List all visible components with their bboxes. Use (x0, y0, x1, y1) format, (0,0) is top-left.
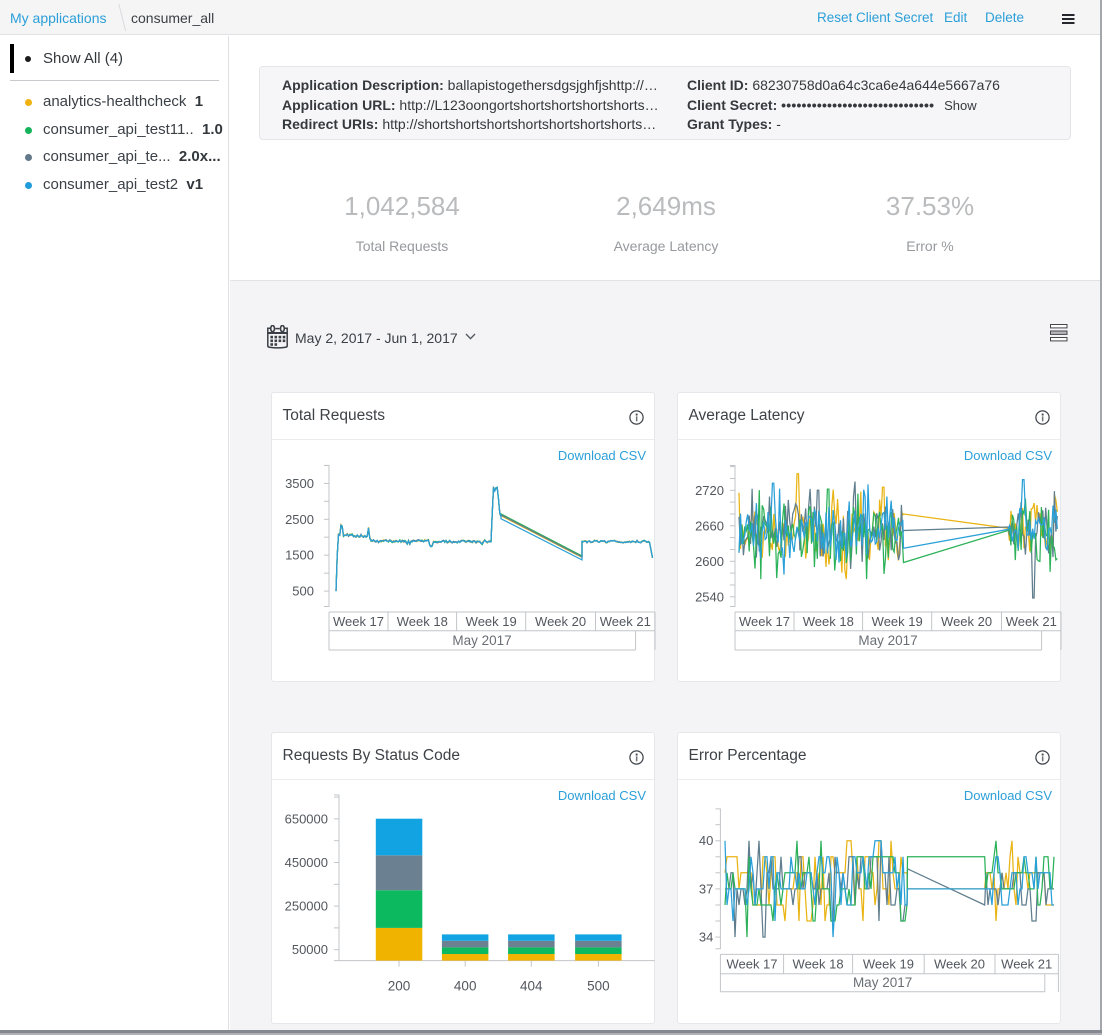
svg-text:2660: 2660 (695, 518, 724, 533)
svg-text:Week 19: Week 19 (466, 613, 517, 628)
svg-text:Week 19: Week 19 (863, 956, 914, 971)
svg-text:2500: 2500 (285, 511, 314, 526)
svg-text:3500: 3500 (285, 476, 314, 491)
svg-text:37: 37 (699, 881, 713, 896)
svg-text:Week 17: Week 17 (726, 956, 777, 971)
svg-text:40: 40 (699, 833, 713, 848)
svg-text:May 2017: May 2017 (858, 632, 917, 647)
svg-text:500: 500 (292, 583, 314, 598)
svg-text:400: 400 (454, 978, 477, 993)
svg-text:Week 21: Week 21 (600, 613, 651, 628)
svg-text:2540: 2540 (695, 589, 724, 604)
svg-text:404: 404 (520, 978, 543, 993)
svg-text:2720: 2720 (695, 482, 724, 497)
svg-text:Week 18: Week 18 (397, 613, 448, 628)
svg-text:200: 200 (388, 978, 411, 993)
svg-text:Week 20: Week 20 (941, 613, 992, 628)
svg-text:Week 21: Week 21 (1006, 613, 1057, 628)
svg-text:1500: 1500 (285, 547, 314, 562)
svg-text:250000: 250000 (285, 898, 328, 913)
svg-text:34: 34 (699, 929, 713, 944)
svg-text:Week 18: Week 18 (803, 613, 854, 628)
svg-text:Week 21: Week 21 (1001, 956, 1052, 971)
svg-text:Week 19: Week 19 (872, 613, 923, 628)
svg-text:500: 500 (587, 978, 610, 993)
svg-text:Week 20: Week 20 (535, 613, 586, 628)
svg-text:Week 17: Week 17 (739, 613, 790, 628)
svg-text:2600: 2600 (695, 553, 724, 568)
svg-text:50000: 50000 (292, 942, 328, 957)
svg-text:Week 18: Week 18 (793, 956, 844, 971)
svg-text:May 2017: May 2017 (452, 632, 511, 647)
svg-text:Week 20: Week 20 (934, 956, 985, 971)
svg-text:650000: 650000 (285, 811, 328, 826)
svg-text:450000: 450000 (285, 855, 328, 870)
svg-text:May 2017: May 2017 (853, 975, 912, 990)
svg-text:Week 17: Week 17 (333, 613, 384, 628)
